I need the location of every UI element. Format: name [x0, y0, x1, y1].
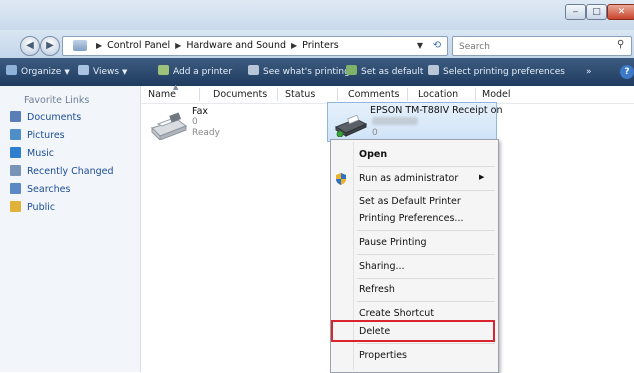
- command-bar: Organize ▼ Views ▼ Add a printer See what'…: [0, 58, 634, 86]
- music-icon: [10, 147, 21, 158]
- column-header-status[interactable]: Status: [285, 86, 315, 103]
- sidebar-item-recently-changed[interactable]: Recently Changed: [10, 164, 114, 179]
- close-button[interactable]: ✕: [607, 4, 634, 20]
- address-row: ◀ ▶ ▶ Control Panel ▶ Hardware and Sound ▶ Pr…: [0, 30, 634, 58]
- breadcrumb-control-panel[interactable]: Control Panel: [107, 40, 170, 51]
- toolbar-overflow-button[interactable]: »: [586, 58, 592, 86]
- default-printer-icon: [346, 65, 357, 75]
- organize-icon: [6, 65, 17, 75]
- menu-item-sharing[interactable]: Sharing...: [359, 260, 405, 274]
- preferences-icon: [428, 65, 439, 75]
- column-header-comments[interactable]: Comments: [348, 86, 400, 103]
- organize-button[interactable]: Organize ▼: [6, 58, 70, 86]
- column-header-documents[interactable]: Documents: [213, 86, 267, 103]
- submenu-arrow-icon: ▶: [479, 173, 485, 181]
- document-count: 0: [372, 128, 378, 138]
- forward-button[interactable]: ▶: [40, 36, 60, 56]
- menu-item-set-as-default-printer[interactable]: Set as Default Printer: [359, 195, 461, 209]
- minimize-button[interactable]: ‒: [565, 4, 586, 20]
- menu-item-properties[interactable]: Properties: [359, 349, 407, 363]
- back-arrow-icon: ◀: [26, 40, 34, 51]
- printer-item-epson[interactable]: EPSON TM-T88IV Receipt on 0: [327, 102, 502, 142]
- set-as-default-button[interactable]: Set as default: [346, 58, 423, 86]
- maximize-icon: □: [592, 7, 601, 17]
- search-icon[interactable]: ⚲: [617, 39, 629, 52]
- add-printer-button[interactable]: Add a printer: [158, 58, 232, 86]
- printer-item-fax[interactable]: Fax 0 Ready: [148, 104, 308, 144]
- breadcrumb: ▶ Control Panel ▶ Hardware and Sound ▶ Printe…: [96, 40, 339, 51]
- menu-item-open[interactable]: Open: [359, 148, 387, 162]
- column-header-location[interactable]: Location: [418, 86, 458, 103]
- address-dropdown-icon[interactable]: ▼: [413, 37, 427, 55]
- printer-status: Ready: [192, 128, 220, 138]
- sidebar-item-pictures[interactable]: Pictures: [10, 128, 65, 143]
- print-queue-icon: [248, 65, 259, 75]
- refresh-icon[interactable]: ⟲: [429, 37, 445, 55]
- close-icon: ✕: [617, 7, 626, 17]
- breadcrumb-printers[interactable]: Printers: [302, 40, 339, 51]
- printer-name: EPSON TM-T88IV Receipt on: [370, 105, 503, 116]
- delete-highlight-box: [331, 320, 495, 342]
- column-header-name[interactable]: Name: [148, 86, 176, 103]
- see-whats-printing-button[interactable]: See what's printing: [248, 58, 350, 86]
- title-bar: ‒ □ ✕: [0, 0, 634, 30]
- printer-name: Fax: [192, 106, 209, 117]
- menu-item-refresh[interactable]: Refresh: [359, 283, 395, 297]
- documents-icon: [10, 111, 21, 122]
- views-icon: [78, 65, 89, 75]
- breadcrumb-hardware-and-sound[interactable]: Hardware and Sound: [186, 40, 286, 51]
- menu-item-run-as-administrator[interactable]: Run as administrator: [359, 172, 458, 186]
- recently-changed-icon: [10, 165, 21, 176]
- navigation-pane: Favorite Links Documents Pictures Music …: [0, 86, 141, 372]
- column-header-model[interactable]: Model: [482, 86, 511, 103]
- favorite-links-heading: Favorite Links: [24, 95, 90, 106]
- control-panel-icon: [73, 40, 87, 51]
- searches-icon: [10, 183, 21, 194]
- maximize-button[interactable]: □: [586, 4, 607, 20]
- menu-item-pause-printing[interactable]: Pause Printing: [359, 236, 427, 250]
- sidebar-item-documents[interactable]: Documents: [10, 110, 81, 125]
- search-box[interactable]: ⚲: [452, 36, 632, 56]
- add-printer-icon: [158, 65, 169, 75]
- shield-icon: [336, 173, 346, 185]
- forward-arrow-icon: ▶: [46, 40, 54, 51]
- help-icon[interactable]: ?: [620, 65, 634, 79]
- menu-item-create-shortcut[interactable]: Create Shortcut: [359, 307, 434, 321]
- sidebar-item-music[interactable]: Music: [10, 146, 54, 161]
- menu-item-printing-preferences[interactable]: Printing Preferences...: [359, 212, 464, 226]
- views-button[interactable]: Views ▼: [78, 58, 127, 86]
- fax-printer-icon: [151, 112, 188, 140]
- sidebar-item-searches[interactable]: Searches: [10, 182, 70, 197]
- receipt-printer-icon: [334, 114, 368, 137]
- sort-ascending-icon: ▲: [173, 83, 179, 91]
- pictures-icon: [10, 129, 21, 140]
- address-bar[interactable]: ▶ Control Panel ▶ Hardware and Sound ▶ Printe…: [62, 36, 448, 56]
- select-printing-preferences-button[interactable]: Select printing preferences: [428, 58, 565, 86]
- sidebar-item-public[interactable]: Public: [10, 200, 55, 215]
- back-button[interactable]: ◀: [20, 36, 40, 56]
- search-input[interactable]: [457, 38, 611, 55]
- document-count: 0: [192, 117, 198, 127]
- public-folder-icon: [10, 201, 21, 212]
- minimize-icon: ‒: [572, 7, 579, 17]
- redacted-text: [372, 117, 418, 125]
